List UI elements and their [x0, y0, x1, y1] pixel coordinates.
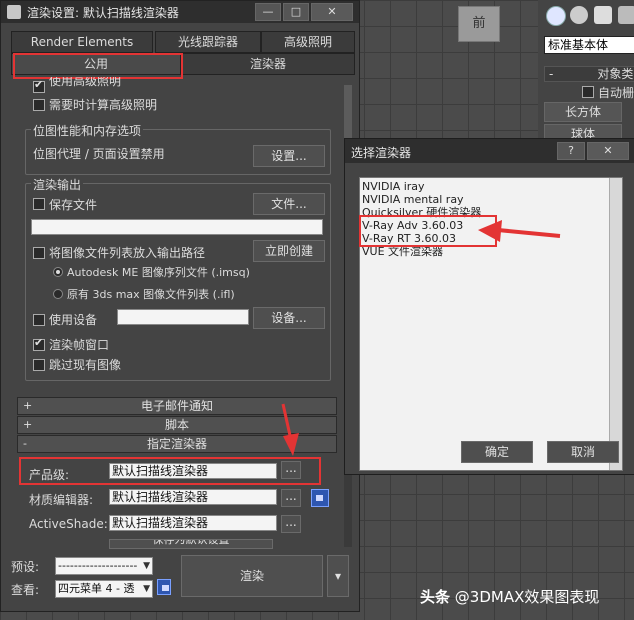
render-dialog-title: 渲染设置: 默认扫描线渲染器 — [27, 6, 179, 20]
tab-raytracer[interactable]: 光线跟踪器 — [155, 31, 261, 53]
use-adv-lighting-label: 使用高级照明 — [49, 77, 122, 87]
assign-renderer-rollout[interactable]: - 指定渲染器 — [17, 435, 337, 453]
material-editor-field: 默认扫描线渲染器 — [109, 489, 277, 505]
material-browse-button[interactable]: ... — [281, 489, 301, 507]
imsq-radio[interactable] — [53, 267, 63, 277]
ok-button[interactable]: 确定 — [461, 441, 533, 463]
use-adv-lighting-checkbox[interactable] — [33, 78, 45, 93]
view-cube[interactable]: 前 — [458, 6, 500, 42]
light-icon[interactable] — [594, 6, 612, 24]
email-rollout[interactable]: + 电子邮件通知 — [17, 397, 337, 415]
ifl-radio[interactable] — [53, 289, 63, 299]
vray-highlight — [359, 215, 497, 247]
help-button[interactable]: ? — [557, 142, 585, 160]
auto-grid-checkbox[interactable] — [582, 86, 594, 98]
watermark-text: @3DMAX效果图表现 — [454, 588, 600, 606]
minimize-button[interactable]: — — [255, 3, 281, 21]
device-field[interactable] — [117, 309, 249, 325]
save-file-checkbox[interactable] — [33, 198, 45, 210]
compute-adv-lighting-checkbox[interactable] — [33, 99, 45, 111]
cancel-button[interactable]: 取消 — [547, 441, 619, 463]
compute-adv-lighting-label: 需要时计算高级照明 — [49, 98, 158, 112]
command-panel: 标准基本体 - 对象类 自动栅 长方体 球体 — [538, 0, 634, 150]
activeshade-label: ActiveShade: — [29, 517, 108, 531]
save-file-label: 保存文件 — [49, 198, 98, 212]
tab-render-elements[interactable]: Render Elements — [11, 31, 153, 53]
maximize-button[interactable]: □ — [283, 3, 309, 21]
put-list-checkbox[interactable] — [33, 247, 45, 259]
use-device-checkbox[interactable] — [33, 314, 45, 326]
material-editor-label: 材质编辑器: — [29, 493, 94, 507]
shapes-icon[interactable] — [570, 6, 588, 24]
preset-label: 预设: — [11, 560, 40, 574]
list-scrollbar[interactable] — [609, 178, 622, 470]
imsq-label: Autodesk ME 图像序列文件 (.imsq) — [67, 266, 250, 279]
bitmap-options-title: 位图性能和内存选项 — [31, 122, 144, 139]
chooser-close-button[interactable]: ✕ — [587, 142, 629, 160]
box-button[interactable]: 长方体 — [544, 102, 622, 122]
chooser-title: 选择渲染器 — [351, 146, 412, 160]
object-type-header: - 对象类 — [544, 66, 634, 82]
primitive-type-dropdown[interactable]: 标准基本体 — [544, 36, 634, 54]
list-item[interactable]: NVIDIA iray — [362, 180, 425, 193]
ifl-label: 原有 3ds max 图像文件列表 (.ifl) — [67, 288, 235, 301]
file-button[interactable]: 文件... — [253, 193, 325, 215]
output-path-field[interactable] — [31, 219, 323, 235]
render-button[interactable]: 渲染 — [181, 555, 323, 597]
view-label: 查看: — [11, 583, 40, 597]
production-highlight — [19, 457, 321, 485]
device-button[interactable]: 设备... — [253, 307, 325, 329]
auto-grid-label: 自动栅 — [598, 86, 634, 100]
use-device-label: 使用设备 — [49, 313, 98, 327]
watermark: 头条 @3DMAX效果图表现 — [420, 586, 599, 607]
script-rollout[interactable]: + 脚本 — [17, 416, 337, 434]
render-setup-dialog: 渲染设置: 默认扫描线渲染器 — □ ✕ Render Elements 光线跟… — [0, 0, 360, 612]
preset-dropdown[interactable]: -------------------- ▼ — [55, 557, 153, 575]
view-dropdown[interactable]: 四元菜单 4 - 透 ▼ — [55, 580, 153, 598]
render-type-dropdown-button[interactable]: ▾ — [327, 555, 349, 597]
save-default-button[interactable]: 保存为默认设置 — [109, 539, 273, 549]
close-button[interactable]: ✕ — [311, 3, 353, 21]
skip-existing-label: 跳过现有图像 — [49, 358, 122, 372]
bitmap-setup-button[interactable]: 设置... — [253, 145, 325, 167]
watermark-brand: 头条 — [420, 588, 451, 606]
choose-renderer-dialog: 选择渲染器 ? ✕ NVIDIA iray NVIDIA mental ray … — [344, 138, 634, 475]
activeshade-browse-button[interactable]: ... — [281, 515, 301, 533]
tab-advanced-lighting[interactable]: 高级照明 — [261, 31, 355, 53]
common-tab-highlight — [13, 53, 183, 79]
render-output-title: 渲染输出 — [31, 176, 84, 193]
view-lock-icon[interactable] — [157, 579, 171, 595]
bitmap-proxy-text: 位图代理 / 页面设置禁用 — [33, 147, 165, 161]
camera-icon[interactable] — [618, 6, 634, 24]
render-frame-window-checkbox[interactable] — [33, 336, 45, 351]
lock-icon[interactable] — [311, 489, 329, 507]
app-icon — [7, 5, 21, 19]
chooser-titlebar[interactable]: 选择渲染器 ? ✕ — [345, 139, 634, 163]
list-item[interactable]: NVIDIA mental ray — [362, 193, 464, 206]
put-list-label: 将图像文件列表放入输出路径 — [49, 246, 206, 260]
tab-renderer[interactable]: 渲染器 — [181, 53, 355, 75]
render-dialog-titlebar[interactable]: 渲染设置: 默认扫描线渲染器 — □ ✕ — [1, 1, 359, 23]
render-frame-window-label: 渲染帧窗口 — [49, 338, 110, 352]
activeshade-field: 默认扫描线渲染器 — [109, 515, 277, 531]
create-now-button[interactable]: 立即创建 — [253, 240, 325, 262]
skip-existing-checkbox[interactable] — [33, 359, 45, 371]
create-icon[interactable] — [546, 6, 566, 26]
